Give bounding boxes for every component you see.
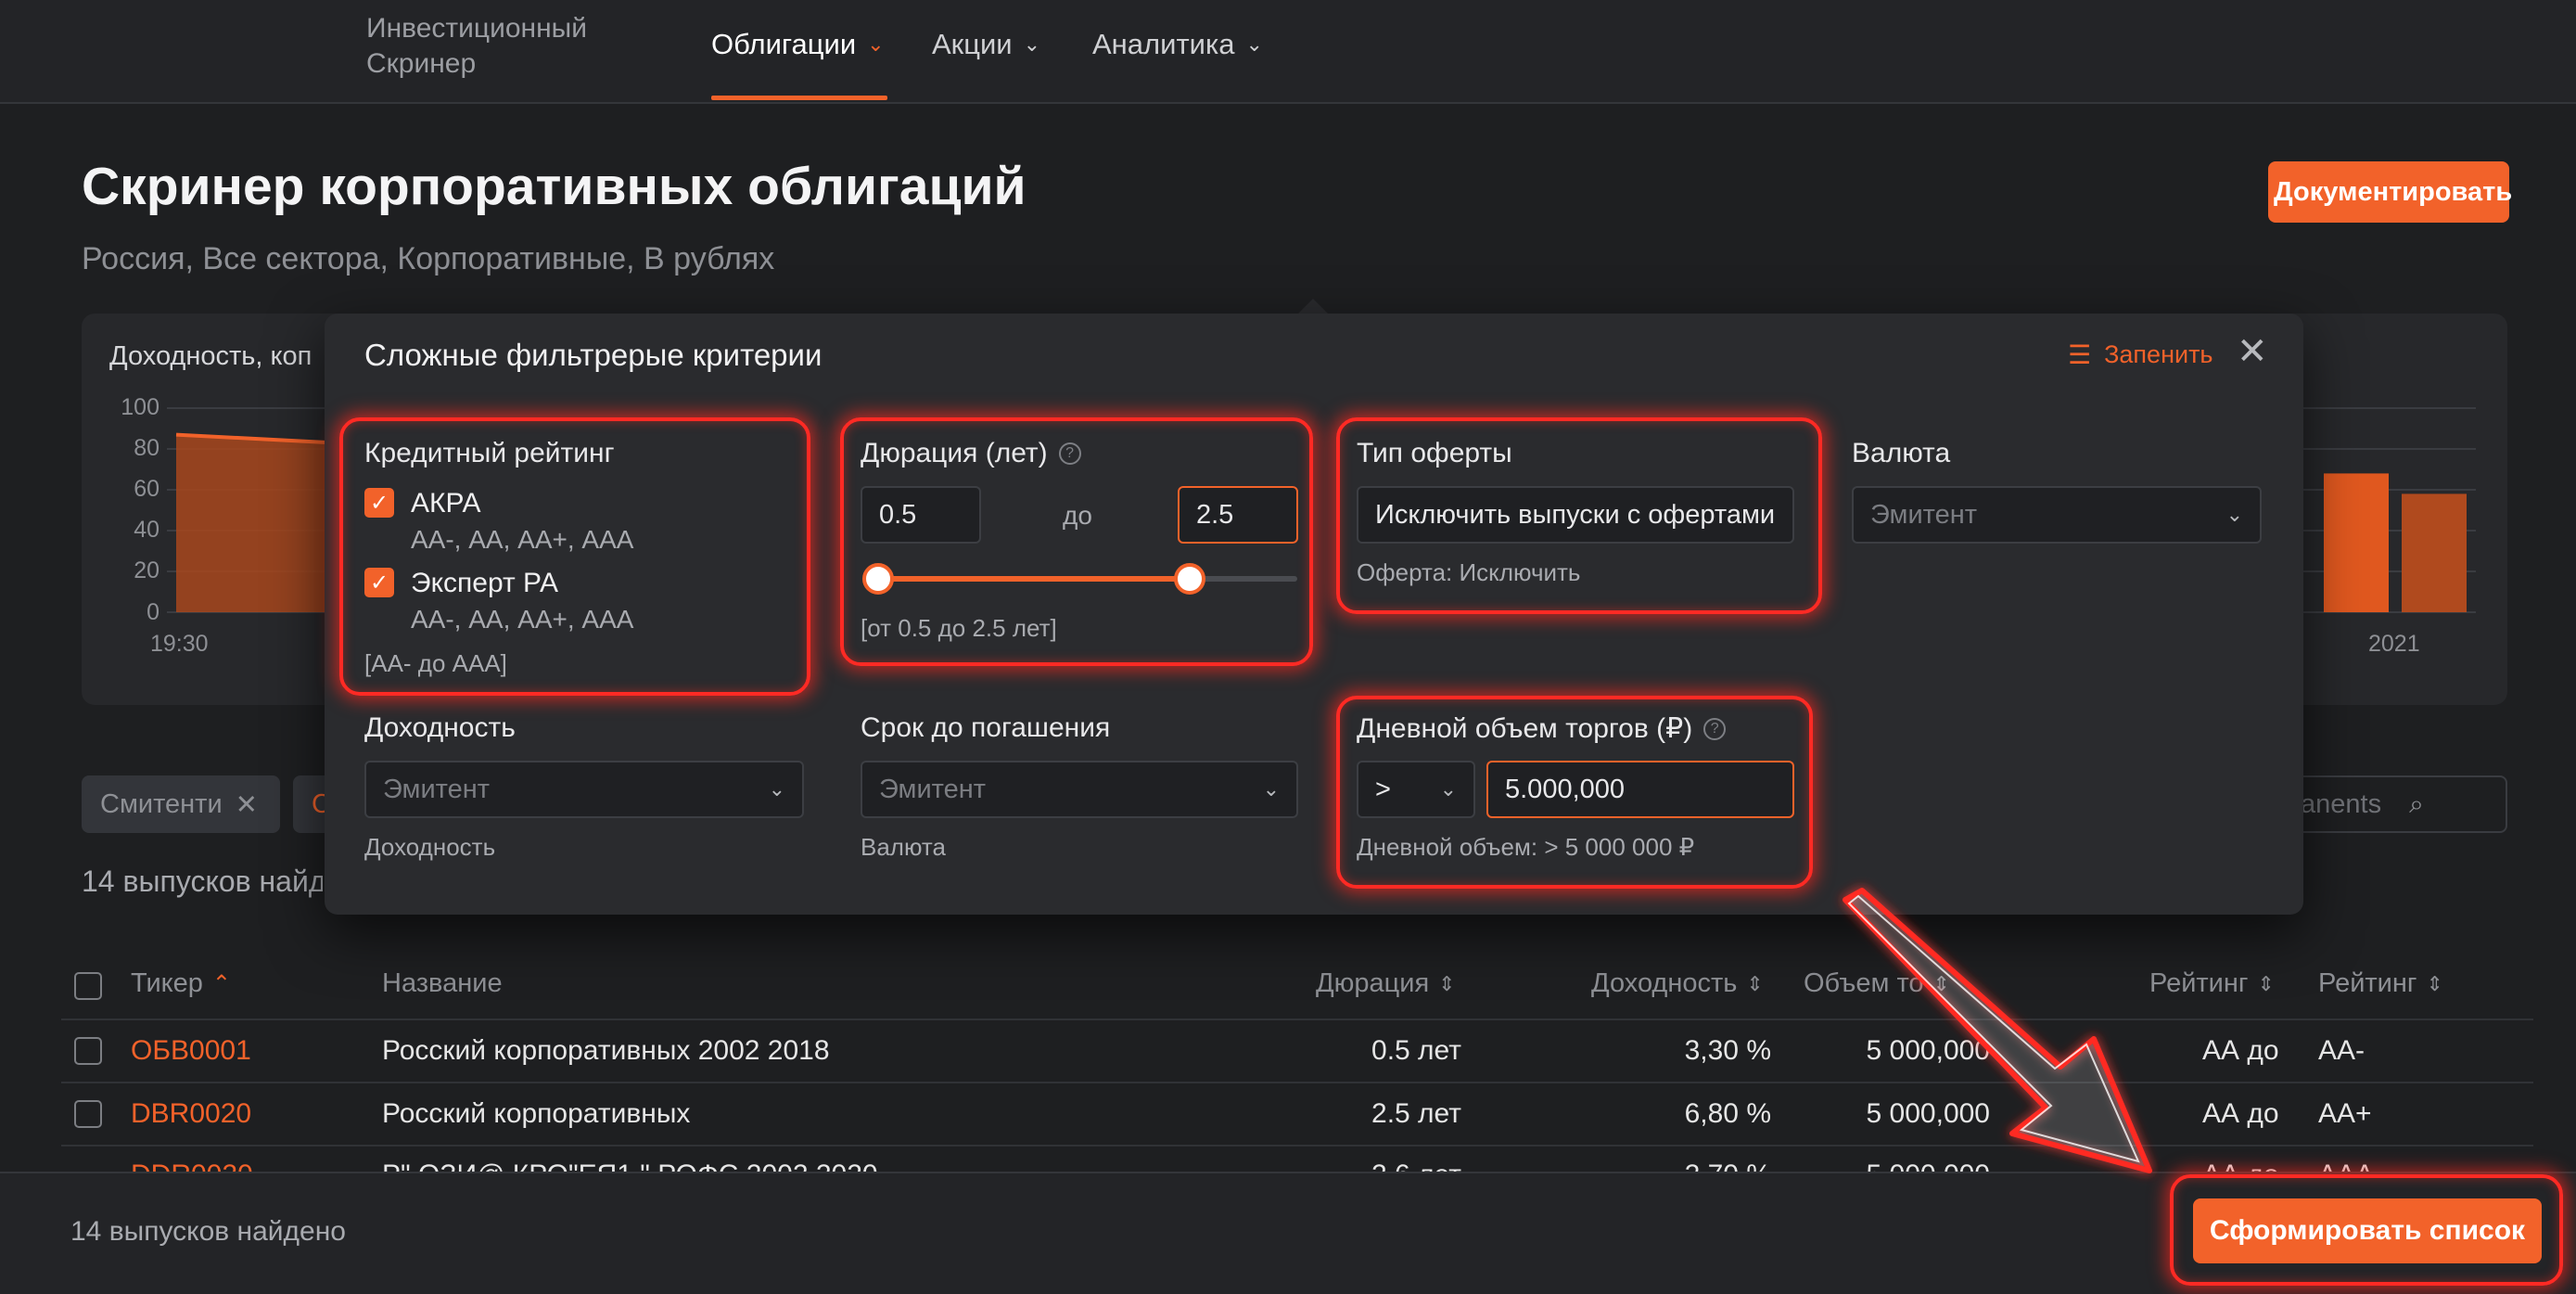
nav-tab-bonds[interactable]: Облигации ⌄ <box>711 28 885 61</box>
column-header-rating[interactable]: Рейтинг ⇕ <box>2318 968 2443 999</box>
search-icon: ⌕ <box>2409 788 2424 818</box>
results-count: 14 выпусков найдено <box>70 1216 346 1247</box>
bond-yield: 3,30 % <box>1684 1035 1771 1066</box>
reset-filters-link[interactable]: ☰ Запенить <box>2068 340 2213 370</box>
currency-label: Валюта <box>1852 438 1950 469</box>
close-icon[interactable]: ✕ <box>2237 330 2268 373</box>
sort-icon: ⇕ <box>1438 971 1456 995</box>
reset-filters-label: Запенить <box>2104 340 2213 368</box>
results-count-top: 14 выпусков найде <box>82 865 323 898</box>
bond-volume: 5 000,000 <box>1866 1098 1990 1129</box>
nav-tab-analytics-label: Аналитика <box>1092 28 1235 60</box>
maturity-select[interactable]: Эмитент ⌄ <box>861 761 1298 818</box>
highlight-offer-type <box>1336 417 1822 614</box>
y-tick-label: 20 <box>134 557 159 583</box>
row-checkbox[interactable] <box>74 1037 102 1065</box>
brand-logo-text[interactable]: Инвестиционный Скринер <box>366 11 635 82</box>
bond-rating: АА до <box>2202 1098 2279 1129</box>
y-tick-label: 100 <box>121 394 159 420</box>
column-header-label: Доходность <box>1591 968 1738 998</box>
row-checkbox[interactable] <box>74 1100 102 1128</box>
sort-icon: ⇕ <box>2257 971 2275 995</box>
currency-label-text: Валюта <box>1852 438 1951 468</box>
maturity-label: Срок до погашения <box>861 712 1110 744</box>
sort-icon: ⇕ <box>1746 971 1764 995</box>
filter-chip[interactable]: Смитенти ✕ <box>82 775 280 833</box>
ticker-link[interactable]: OБB0001 <box>131 1035 251 1067</box>
bond-name: Росский корпоративных 2002 2018 <box>382 1035 830 1066</box>
table-divider <box>61 1082 2533 1083</box>
maturity-note: Валюта <box>861 833 946 861</box>
page-subtitle: Россия, Все сектора, Корпоративные, В ру… <box>82 241 775 276</box>
modal-title: Сложные фильтрерые критерии <box>364 338 823 372</box>
modal-caret <box>1298 299 1328 314</box>
document-button[interactable]: Документировать <box>2268 161 2512 223</box>
active-tab-indicator <box>711 96 887 100</box>
maturity-placeholder: Эмитент <box>879 774 987 804</box>
sort-icon: ⇕ <box>1932 971 1950 995</box>
maturity-label-text: Срок до погашения <box>861 712 1111 743</box>
table-divider <box>61 1145 2533 1147</box>
y-tick-label: 0 <box>147 599 159 625</box>
highlight-duration <box>840 417 1313 666</box>
chevron-down-icon: ⌄ <box>1023 32 1041 56</box>
chevron-down-icon: ⌄ <box>867 32 885 56</box>
yield-label-text: Доходность <box>364 712 516 743</box>
table-divider <box>61 1019 2533 1020</box>
bond-volume: 5 000,000 <box>1866 1035 1990 1066</box>
nav-tab-analytics[interactable]: Аналитика ⌄ <box>1092 28 1263 61</box>
chart-title: Доходность, коп <box>109 341 312 371</box>
page-title: Скринер корпоративных облигаций <box>82 157 1027 216</box>
chevron-down-icon: ⌄ <box>768 777 785 801</box>
ticker-link[interactable]: DBR0020 <box>131 1098 251 1130</box>
y-tick-label: 40 <box>134 517 159 543</box>
highlight-daily-volume <box>1336 696 1813 889</box>
bond-name: Росский корпоративных <box>382 1098 691 1129</box>
bond-duration: 2.5 лет <box>1371 1098 1461 1129</box>
column-header-label: Рейтинг <box>2318 968 2417 998</box>
filter-chip-label: Смитенти <box>100 788 223 819</box>
chevron-down-icon: ⌄ <box>2225 503 2243 526</box>
column-header-label: Дюрация <box>1316 968 1430 998</box>
column-header-label: Название <box>382 968 503 998</box>
bond-duration: 0.5 лет <box>1371 1035 1461 1066</box>
sort-ascending-icon: ⌃ <box>211 971 232 996</box>
column-header-name[interactable]: Название <box>382 968 503 999</box>
sort-icon: ⇕ <box>2426 971 2443 995</box>
chevron-down-icon: ⌄ <box>1262 777 1280 801</box>
nav-tab-stocks-label: Акции <box>932 28 1013 60</box>
x-tick-label: 2021 <box>2368 631 2420 657</box>
bond-rating: АА- <box>2318 1035 2366 1066</box>
column-header-ticker[interactable]: Тикер ⌃ <box>131 968 231 999</box>
column-header-duration[interactable]: Дюрация ⇕ <box>1316 968 1456 999</box>
bond-rating: АА+ <box>2318 1098 2372 1129</box>
column-header-label: Объем то <box>1804 968 1924 998</box>
column-header-rating[interactable]: Рейтинг ⇕ <box>2149 968 2275 999</box>
bond-yield: 6,80 % <box>1684 1098 1771 1129</box>
nav-tab-stocks[interactable]: Акции ⌄ <box>932 28 1040 61</box>
currency-placeholder: Эмитент <box>1870 499 1978 530</box>
nav-tab-bonds-label: Облигации <box>711 28 857 60</box>
column-header-yield[interactable]: Доходность ⇕ <box>1591 968 1764 999</box>
yield-select[interactable]: Эмитент ⌄ <box>364 761 804 818</box>
highlight-generate-button <box>2170 1174 2563 1286</box>
chevron-down-icon: ⌄ <box>1245 32 1263 56</box>
y-tick-label: 60 <box>134 476 159 502</box>
select-all-checkbox[interactable] <box>74 972 102 1000</box>
yield-placeholder: Эмитент <box>383 774 491 804</box>
y-tick-label: 80 <box>134 435 159 461</box>
column-header-volume[interactable]: Объем то ⇕ <box>1804 968 1950 999</box>
highlight-credit-rating <box>339 417 810 696</box>
bond-rating: АА до <box>2202 1035 2279 1066</box>
column-header-label: Рейтинг <box>2149 968 2249 998</box>
currency-select[interactable]: Эмитент ⌄ <box>1852 486 2262 544</box>
x-tick-label: 19:30 <box>150 631 209 657</box>
column-header-label: Тикер <box>131 968 203 998</box>
yield-label: Доходность <box>364 712 516 744</box>
sliders-icon: ☰ <box>2068 340 2092 369</box>
close-icon[interactable]: ✕ <box>236 788 258 821</box>
yield-note: Доходность <box>364 833 496 861</box>
